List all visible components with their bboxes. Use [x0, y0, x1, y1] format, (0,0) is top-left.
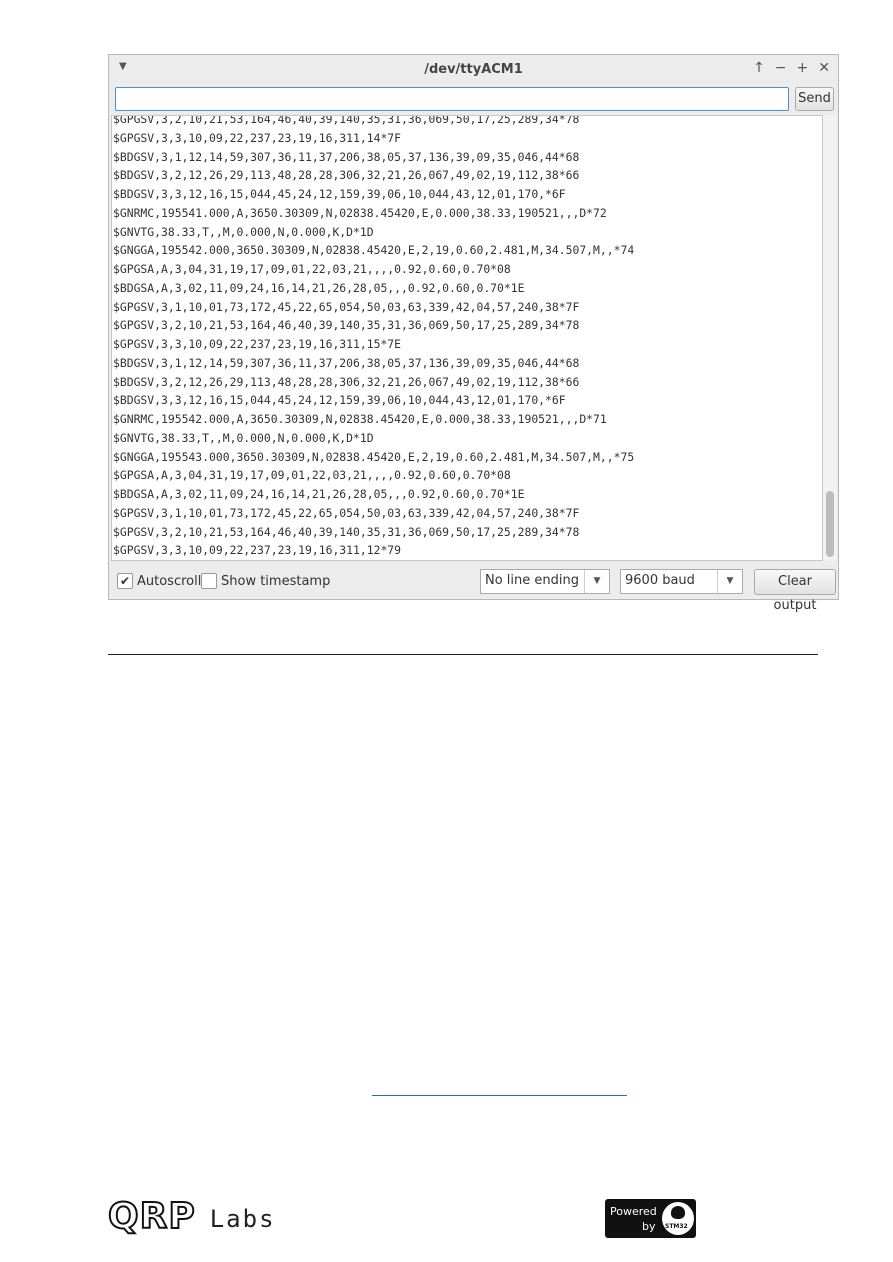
dropdown-arrow-icon: ▼: [584, 570, 609, 593]
timestamp-checkbox[interactable]: Show timestamp: [201, 573, 330, 589]
divider: [108, 654, 818, 655]
serial-line: $GPGSA,A,3,04,31,19,17,09,01,22,03,21,,,…: [113, 468, 511, 483]
baud-select[interactable]: 9600 baud ▼: [620, 569, 743, 594]
serial-line: $GPGSV,3,2,10,21,53,164,46,40,39,140,35,…: [113, 318, 580, 333]
butterfly-icon: STM32: [662, 1202, 694, 1235]
window-title: /dev/ttyACM1: [424, 62, 523, 77]
autoscroll-checkbox[interactable]: ✔ Autoscroll: [117, 573, 201, 589]
timestamp-label: Show timestamp: [221, 573, 331, 589]
serial-line: $GNRMC,195542.000,A,3650.30309,N,02838.4…: [113, 412, 607, 426]
badge-by: by: [642, 1220, 656, 1233]
baud-value: 9600 baud: [625, 573, 695, 588]
serial-line: $BDGSV,3,3,12,16,15,044,45,24,12,159,39,…: [113, 393, 566, 408]
line-ending-select[interactable]: No line ending ▼: [480, 569, 610, 594]
serial-line: $GNVTG,38.33,T,,M,0.000,N,0.000,K,D*1D: [113, 224, 374, 239]
serial-line: $GPGSV,3,3,10,09,22,237,23,19,16,311,12*…: [113, 543, 402, 558]
serial-line: $GPGSV,3,2,10,21,53,164,46,40,39,140,35,…: [113, 524, 580, 539]
logo-labs: Labs: [209, 1205, 276, 1233]
qrp-labs-logo: QRP Labs: [107, 1195, 276, 1238]
maximize-icon[interactable]: +: [797, 60, 809, 76]
serial-lines: $GPGSV,3,2,10,21,53,164,46,40,39,140,35,…: [113, 115, 635, 560]
logo-qrp: QRP: [107, 1195, 196, 1238]
serial-line: $GPGSV,3,1,10,01,73,172,45,22,65,054,50,…: [113, 505, 580, 520]
butterfly-shape: [671, 1206, 685, 1219]
serial-line: $BDGSV,3,3,12,16,15,044,45,24,12,159,39,…: [113, 187, 566, 201]
close-icon[interactable]: ✕: [818, 60, 830, 76]
serial-line: $GPGSV,3,3,10,09,22,237,23,19,16,311,15*…: [113, 337, 402, 351]
serial-line: $BDGSV,3,2,12,26,29,113,48,28,28,306,32,…: [113, 168, 580, 183]
scrollbar-thumb[interactable]: [826, 491, 834, 557]
serial-line: $GPGSV,3,3,10,09,22,237,23,19,16,311,14*…: [113, 130, 402, 145]
serial-line: $GNVTG,38.33,T,,M,0.000,N,0.000,K,D*1D: [113, 430, 374, 445]
powered-by-stm32-badge: Powered by STM32: [605, 1199, 696, 1238]
checkbox-box: [201, 573, 217, 589]
serial-line: $GNRMC,195541.000,A,3650.30309,N,02838.4…: [113, 205, 607, 220]
serial-line: $GPGSV,3,1,10,01,73,172,45,22,65,054,50,…: [113, 299, 580, 314]
autoscroll-label: Autoscroll: [137, 573, 202, 589]
serial-line: $GPGSV,3,2,10,21,53,164,46,40,39,140,35,…: [113, 115, 580, 126]
clear-output-button[interactable]: Clear output: [754, 569, 836, 613]
send-button[interactable]: Send: [795, 87, 834, 111]
link-underline[interactable]: [372, 1095, 627, 1096]
badge-powered: Powered: [610, 1205, 657, 1218]
serial-line: $BDGSV,3,2,12,26,29,113,48,28,28,306,32,…: [113, 374, 580, 389]
serial-line: $GNGGA,195542.000,3650.30309,N,02838.454…: [113, 243, 635, 258]
line-ending-value: No line ending: [485, 573, 579, 588]
serial-line: $GNGGA,195543.000,3650.30309,N,02838.454…: [113, 449, 635, 464]
keep-above-icon[interactable]: ↑: [753, 60, 765, 76]
checkmark-icon: ✔: [117, 573, 133, 589]
serial-line: $GPGSA,A,3,04,31,19,17,09,01,22,03,21,,,…: [113, 262, 511, 276]
scrollbar[interactable]: [823, 115, 837, 561]
badge-brand: STM32: [665, 1223, 688, 1230]
title-bar: ▼ /dev/ttyACM1 ↑ − + ✕: [109, 55, 838, 85]
serial-line: $BDGSV,3,1,12,14,59,307,36,11,37,206,38,…: [113, 355, 580, 370]
serial-line: $BDGSV,3,1,12,14,59,307,36,11,37,206,38,…: [113, 149, 580, 164]
send-input[interactable]: [115, 87, 789, 111]
serial-line: $BDGSA,A,3,02,11,09,24,16,14,21,26,28,05…: [113, 280, 525, 295]
minimize-icon[interactable]: −: [775, 60, 787, 76]
serial-monitor-window: ▼ /dev/ttyACM1 ↑ − + ✕ Send $GPGSV,3,2,1…: [108, 54, 839, 613]
serial-line: $BDGSA,A,3,02,11,09,24,16,14,21,26,28,05…: [113, 487, 525, 501]
dropdown-arrow-icon: ▼: [717, 570, 742, 593]
serial-output: $GPGSV,3,2,10,21,53,164,46,40,39,140,35,…: [111, 115, 823, 561]
